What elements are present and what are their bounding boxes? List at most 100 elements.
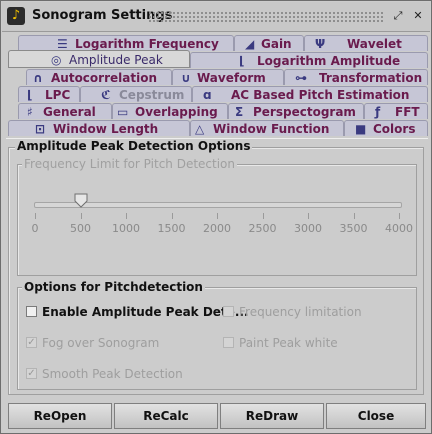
frequency-slider-thumb[interactable] (74, 193, 88, 208)
lpc-icon: ⌊ (27, 88, 33, 102)
tab-label: Waveform (197, 71, 266, 85)
tab-label: AC Based Pitch Estimation (231, 88, 410, 102)
checkbox-box[interactable]: ✓ (26, 337, 37, 348)
window-length-icon: ⊡ (35, 122, 46, 136)
slider-tick-label: 1500 (157, 222, 186, 235)
slider-tick (308, 213, 309, 219)
sonogram-app-icon: ♪ (7, 7, 25, 25)
title-drag-grip[interactable] (148, 11, 384, 23)
tab-logarithm-amplitude[interactable]: ⌊ Logarithm Amplitude (190, 52, 428, 68)
tab-label: Overlapping (135, 105, 218, 119)
tab-label: Transformation (319, 71, 423, 85)
amplitude-peak-options-group: Amplitude Peak Detection Options Frequen… (8, 139, 424, 395)
window-function-icon: △ (195, 122, 205, 136)
redraw-button[interactable]: ReDraw (220, 403, 324, 429)
title-bar[interactable]: ♪ Sonogram Settings ⤢ ✕ (2, 2, 430, 32)
tab-label: FFT (395, 105, 420, 119)
slider-tick-label: 3000 (294, 222, 322, 235)
slider-tick (171, 213, 173, 219)
tab-label: Logarithm Amplitude (257, 54, 401, 68)
slider-tick-label: 0 (31, 222, 39, 235)
tab-fft[interactable]: ƒ FFT (364, 103, 428, 119)
tab-autocorrelation[interactable]: ∩ Autocorrelation (26, 69, 172, 85)
waves-icon: ☰ (57, 37, 68, 51)
slider-tick-label: 4000 (385, 222, 413, 235)
pitch-options-title: Options for Pitchdetection (22, 280, 205, 294)
tab-perspectogram[interactable]: Ʃ Perspectogram (228, 103, 364, 119)
tab-overlapping[interactable]: ▭ Overlapping (112, 103, 228, 119)
tab-label: Cepstrum (119, 88, 185, 102)
checkbox-box[interactable] (223, 306, 234, 317)
fft-icon: ƒ (375, 105, 381, 119)
slider-tick-label: 500 (70, 222, 91, 235)
tab-amplitude-peak[interactable]: ◎ Amplitude Peak (8, 50, 190, 68)
tab-ac-based-pitch-estimation[interactable]: ɑ AC Based Pitch Estimation (192, 86, 428, 102)
checkbox-box[interactable] (26, 306, 37, 317)
slider-tick (80, 213, 82, 219)
slider-tick (35, 213, 36, 219)
sonogram-settings-window: ♪ Sonogram Settings ⤢ ✕ ☰ Logarithm Freq… (0, 0, 432, 434)
tab-label: General (43, 105, 96, 119)
checkbox-label: Paint Peak white (239, 336, 338, 350)
autocorrelation-icon: ∩ (33, 71, 43, 85)
tab-wavelet[interactable]: Ψ Wavelet (304, 35, 428, 51)
checkbox-label: Fog over Sonogram (42, 336, 160, 350)
slider-tick (217, 213, 218, 219)
tab-transformation[interactable]: ⊶ Transformation (284, 69, 428, 85)
general-icon: ♯ (27, 105, 33, 119)
ac-pitch-icon: ɑ (203, 88, 212, 102)
waveform-icon: ∪ (181, 71, 191, 85)
tab-window-length[interactable]: ⊡ Window Length (8, 120, 190, 136)
tab-label: Window Function (213, 122, 330, 136)
frequency-slider-track[interactable] (34, 202, 402, 208)
slider-tick (262, 213, 264, 219)
tab-logarithm-frequency[interactable]: ☰ Logarithm Frequency (18, 35, 234, 51)
tab-window-function[interactable]: △ Window Function (190, 120, 344, 136)
tab-cepstrum[interactable]: ℭ Cepstrum (80, 86, 192, 102)
tab-lpc[interactable]: ⌊ LPC (18, 86, 80, 102)
tab-label: Autocorrelation (51, 71, 157, 85)
pitch-detection-options-group: Options for Pitchdetection Enable Amplit… (17, 280, 417, 390)
checkbox-label: Enable Amplitude Peak Dete... (42, 305, 249, 319)
checkbox-box[interactable]: ✓ (26, 368, 37, 379)
colors-icon: ■ (355, 122, 367, 136)
tab-label: Gain (261, 37, 292, 51)
recalc-button[interactable]: ReCalc (114, 403, 218, 429)
tab-label: Colors (373, 122, 416, 136)
amplitude-peak-icon: ◎ (51, 53, 62, 67)
checkbox-label: Frequency limitation (239, 305, 362, 319)
reopen-button[interactable]: ReOpen (8, 403, 112, 429)
transformation-icon: ⊶ (295, 71, 307, 85)
checkbox-box[interactable] (223, 337, 234, 348)
overlapping-icon: ▭ (117, 105, 129, 119)
slider-tick (126, 213, 127, 219)
slider-tick-label: 1000 (112, 222, 140, 235)
close-icon[interactable]: ✕ (412, 10, 424, 22)
tab-label: Amplitude Peak (69, 53, 163, 67)
tab-label: Logarithm Frequency (75, 37, 219, 51)
tab-label: Window Length (53, 122, 159, 136)
tab-label: Wavelet (347, 37, 402, 51)
checkbox-label: Smooth Peak Detection (42, 367, 183, 381)
log-amplitude-icon: ⌊ (239, 54, 245, 68)
slider-tick (399, 213, 400, 219)
group-title: Amplitude Peak Detection Options (15, 139, 253, 153)
tab-colors[interactable]: ■ Colors (344, 120, 428, 136)
frequency-limit-title: Frequency Limit for Pitch Detection (22, 157, 238, 171)
amplitude-peak-panel: Amplitude Peak Detection Options Frequen… (6, 138, 428, 398)
button-bar: ReOpen ReCalc ReDraw Close (6, 403, 428, 429)
slider-tick (353, 213, 355, 219)
slider-tick-label: 2500 (248, 222, 277, 235)
close-button[interactable]: Close (326, 403, 426, 429)
slider-tick-label: 2000 (203, 222, 231, 235)
tab-waveform[interactable]: ∪ Waveform (172, 69, 284, 85)
settings-tab-strip: ☰ Logarithm Frequency ◢ Gain Ψ Wavelet ◎… (6, 33, 428, 139)
tab-label: Perspectogram (253, 105, 356, 119)
restore-icon[interactable]: ⤢ (392, 10, 404, 22)
frequency-limit-group: Frequency Limit for Pitch Detection 0 500… (17, 157, 417, 276)
tab-gain[interactable]: ◢ Gain (234, 35, 304, 51)
tab-label: LPC (45, 88, 71, 102)
slider-tick-label: 3500 (339, 222, 368, 235)
tab-general[interactable]: ♯ General (18, 103, 112, 119)
wavelet-icon: Ψ (315, 37, 326, 51)
